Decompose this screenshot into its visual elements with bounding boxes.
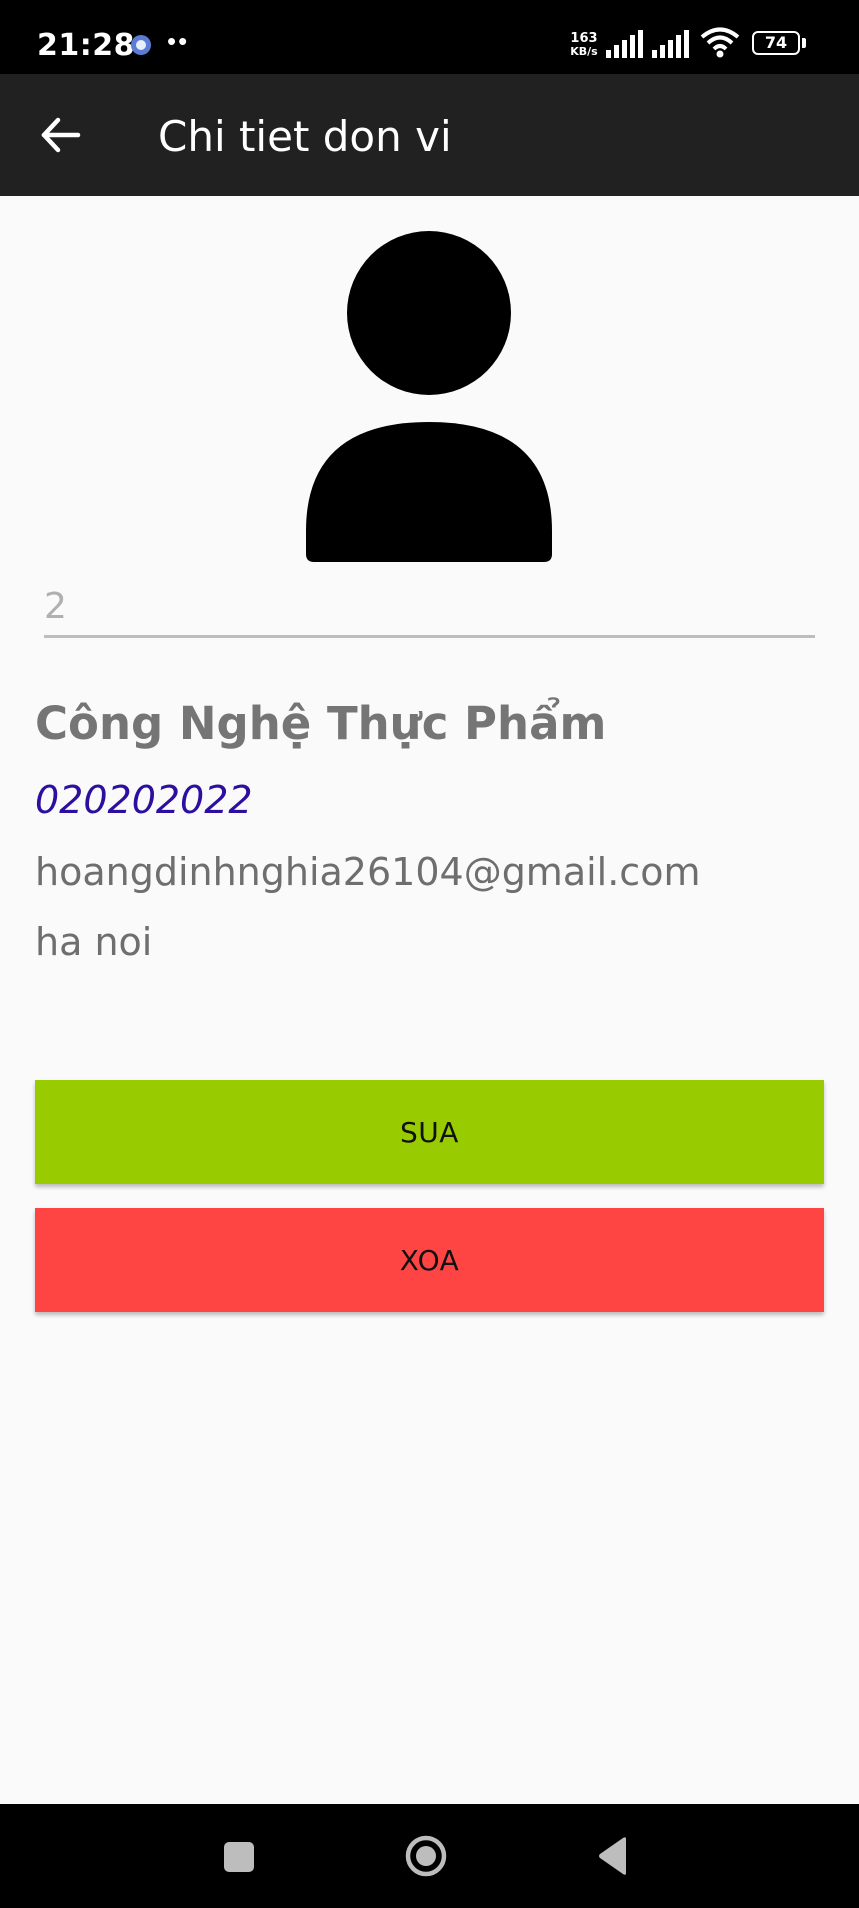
network-speed-unit: KB/s [570,45,598,58]
page-title: Chi tiet don vi [158,112,452,161]
signal-icon [606,30,643,58]
battery-icon: 74 [752,31,800,55]
network-speed-value: 163 [570,31,598,46]
recents-icon[interactable] [224,1842,254,1872]
unit-email: hoangdinhnghia26104@gmail.com [35,850,701,894]
notification-icon [131,35,151,55]
status-time: 21:28 [37,28,135,63]
delete-button[interactable]: XOA [35,1208,824,1312]
back-icon[interactable] [596,1836,630,1876]
unit-name: Công Nghệ Thực Phẩm [35,697,607,750]
unit-address: ha noi [35,920,153,964]
unit-phone: 020202022 [35,778,253,822]
person-icon [306,231,552,562]
network-speed: 163 KB/s [566,32,602,58]
arrow-back-icon[interactable] [36,110,86,160]
unit-id-input[interactable] [44,586,815,627]
system-nav-bar [0,1804,859,1908]
edit-button[interactable]: SUA [35,1080,824,1184]
signal-icon [652,30,689,58]
status-bar: 21:28 •• 163 KB/s 74 [0,0,859,74]
unit-id-field[interactable] [44,580,815,638]
home-icon[interactable] [404,1834,448,1878]
app-bar: Chi tiet don vi [0,74,859,196]
wifi-icon [700,27,740,58]
battery-tip [802,38,806,48]
more-notifications-dots: •• [167,26,190,56]
